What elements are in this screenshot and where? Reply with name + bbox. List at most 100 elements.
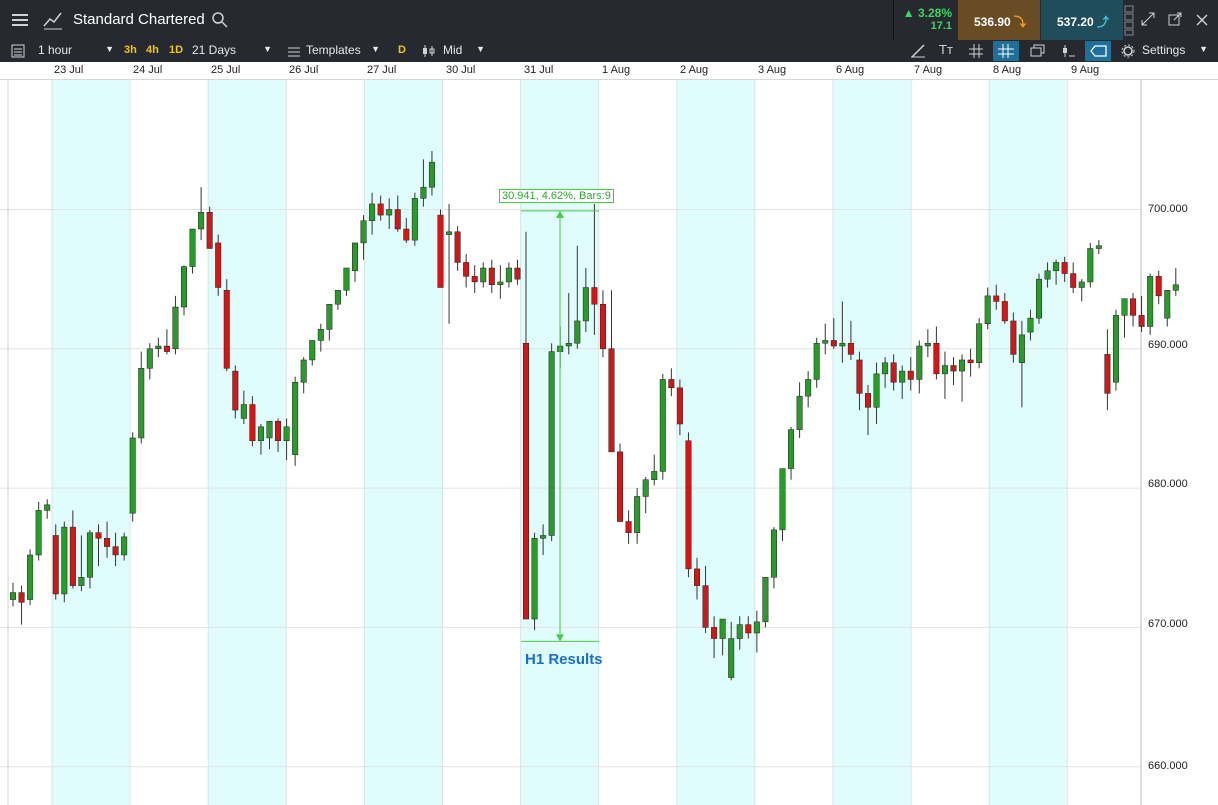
label-tool-icon[interactable] (1085, 41, 1111, 61)
sell-button[interactable]: 536.90 ⤵ (958, 0, 1040, 40)
date-axis: 23 Jul 24 Jul 25 Jul 26 Jul 27 Jul 30 Ju… (0, 62, 1218, 80)
annotation-label[interactable]: H1 Results (525, 651, 603, 668)
candle-down (668, 379, 675, 389)
daily-toggle[interactable]: D (398, 44, 406, 56)
candle-up (240, 404, 247, 419)
candle-up (138, 368, 145, 439)
candle-up (428, 161, 435, 188)
candle-down (1070, 273, 1077, 288)
candle-up (719, 618, 726, 639)
buy-button[interactable]: 537.20 ⤴ (1041, 0, 1123, 40)
candle-down (694, 568, 700, 586)
up-arrow-icon: ⤴ (1097, 15, 1110, 29)
day-shade (833, 62, 912, 805)
candle-down (711, 627, 718, 639)
candle-up (334, 290, 341, 305)
quantity-icon[interactable] (1124, 4, 1134, 36)
date-label: 30 Jul (446, 64, 476, 76)
interval-4h-button[interactable]: 4h (146, 44, 159, 56)
chart-type-icon[interactable] (41, 8, 65, 32)
chevron-down-icon: ▼ (371, 44, 380, 54)
settings-menu[interactable]: Settings ▼ (1142, 43, 1208, 57)
candle-up (788, 429, 795, 469)
menu-icon[interactable] (10, 10, 30, 30)
candlestick-chart[interactable] (0, 62, 1218, 805)
date-label: 27 Jul (367, 64, 397, 76)
interval-select[interactable]: 1 hour ▼ (38, 43, 116, 57)
templates-menu[interactable]: Templates ▼ (306, 43, 382, 57)
candle-up (582, 287, 589, 322)
candle-down (377, 203, 384, 216)
candle-down (608, 348, 615, 453)
candle-down (112, 546, 119, 556)
price-type-select[interactable]: Mid ▼ (443, 43, 485, 57)
popout-icon[interactable] (1168, 12, 1182, 26)
price-chart[interactable]: 23 Jul 24 Jul 25 Jul 26 Jul 27 Jul 30 Ju… (0, 62, 1218, 805)
candle-up (155, 345, 162, 350)
candle-up (411, 198, 418, 241)
candle-up (762, 577, 769, 623)
candle-down (95, 532, 102, 539)
candle-up (959, 359, 966, 372)
candle-down (865, 393, 871, 408)
candle-up (386, 209, 393, 216)
layers-icon[interactable] (1030, 44, 1046, 58)
candle-up (480, 267, 487, 283)
gear-icon[interactable] (1121, 44, 1135, 58)
expand-icon[interactable] (1141, 12, 1155, 26)
candle-up (805, 379, 812, 397)
candle-up (61, 526, 68, 595)
candle-up (1078, 281, 1085, 288)
crosshair-icon[interactable] (993, 41, 1019, 61)
candle-down (394, 209, 401, 230)
candle-up (1172, 284, 1179, 291)
date-label: 8 Aug (993, 64, 1022, 76)
candle-down (1010, 320, 1017, 355)
candle-down (625, 521, 632, 533)
candle-up (1147, 276, 1154, 327)
chevron-down-icon: ▼ (263, 44, 272, 54)
candle-up (822, 340, 829, 344)
date-label: 2 Aug (680, 64, 709, 76)
candle-up (941, 365, 948, 375)
indicator-icon[interactable] (1060, 44, 1076, 58)
candle-down (69, 526, 76, 586)
date-label: 23 Jul (54, 64, 84, 76)
candle-down (1155, 276, 1162, 297)
measure-label[interactable]: 30.941, 4.62%, Bars:9 (499, 189, 614, 203)
candle-up (309, 340, 316, 361)
list-icon[interactable] (11, 44, 25, 58)
candle-up (659, 379, 666, 472)
grid-icon[interactable] (969, 44, 983, 58)
candle-up (753, 621, 760, 634)
change-percent: ▲ 3.28% (903, 6, 952, 20)
candle-up (446, 231, 453, 235)
price-label: 690.000 (1148, 339, 1188, 351)
templates-icon (287, 45, 301, 57)
price-type-value: Mid (443, 43, 463, 57)
interval-3h-button[interactable]: 3h (124, 44, 137, 56)
candle-up (292, 381, 299, 455)
draw-line-icon[interactable] (910, 44, 926, 58)
down-arrow-icon: ⤵ (1014, 15, 1027, 29)
chevron-down-icon: ▼ (476, 44, 485, 54)
day-shade (208, 62, 287, 805)
interval-1d-button[interactable]: 1D (169, 44, 183, 56)
candle-down (1130, 298, 1137, 316)
day-shade (989, 62, 1068, 805)
candle-up (1164, 290, 1171, 319)
range-select[interactable]: 21 Days ▼ (192, 43, 274, 57)
price-label: 660.000 (1148, 760, 1188, 772)
up-arrow-icon: ▲ (902, 6, 915, 20)
candle-up (899, 370, 906, 383)
date-label: 31 Jul (524, 64, 554, 76)
candle-down (275, 420, 282, 441)
instrument-name[interactable]: Standard Chartered (73, 11, 205, 28)
text-tool-icon[interactable]: Tт (939, 42, 957, 60)
measure-text: 30.941, 4.62%, Bars:9 (502, 190, 611, 202)
candle-down (1061, 262, 1068, 274)
close-icon[interactable] (1196, 13, 1208, 26)
search-icon[interactable] (211, 11, 229, 29)
candle-down (471, 276, 478, 283)
candle-up (189, 228, 196, 267)
